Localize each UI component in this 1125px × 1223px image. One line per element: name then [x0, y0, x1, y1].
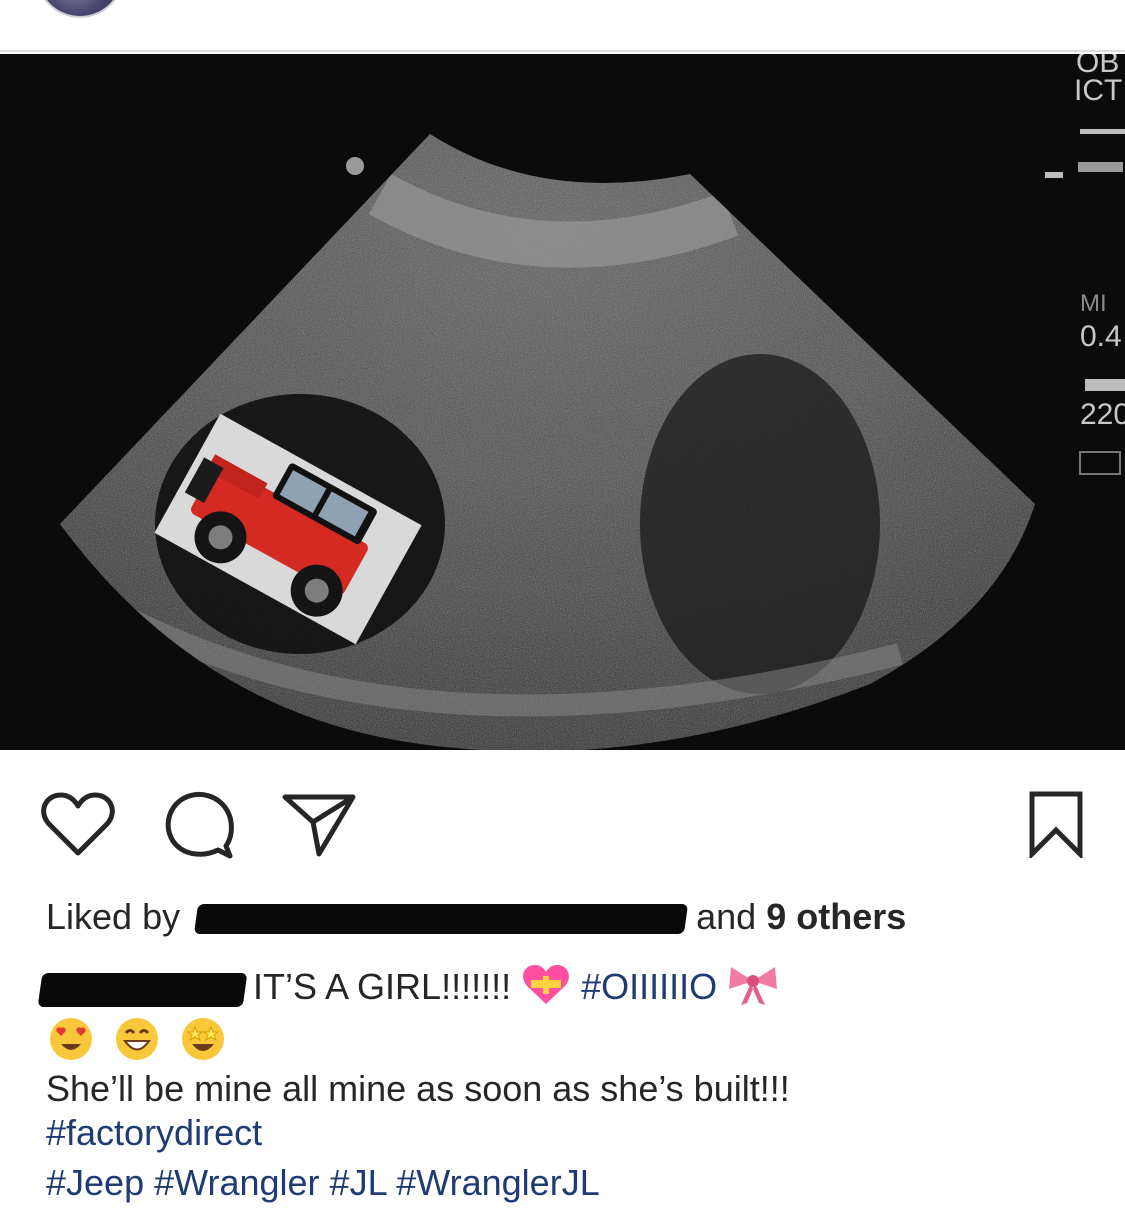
- liked-by-line[interactable]: Liked by and 9 others: [46, 896, 906, 938]
- sparkling-heart-icon: [521, 962, 571, 1017]
- hashtag-factorydirect[interactable]: #factorydirect: [46, 1112, 262, 1154]
- heart-icon[interactable]: [40, 790, 116, 863]
- liked-by-others[interactable]: 9 others: [766, 896, 906, 937]
- avatar[interactable]: [36, 0, 124, 18]
- grinning-emoji-icon: [114, 1016, 160, 1071]
- heart-eyes-emoji-icon: [48, 1016, 94, 1071]
- hashtag-oiiiio[interactable]: #OIIIIIIO: [581, 966, 717, 1007]
- bookmark-icon[interactable]: [1028, 790, 1084, 863]
- paper-plane-icon[interactable]: [282, 792, 356, 863]
- ultrasound-label-mi-value: 0.4: [1080, 320, 1122, 353]
- post-actions: [0, 770, 1125, 880]
- comment-bubble-icon[interactable]: [164, 790, 236, 867]
- redacted-caption-username[interactable]: [37, 972, 248, 1007]
- post-header: [0, 0, 1125, 52]
- ultrasound-image: [0, 54, 1125, 750]
- liked-by-prefix: Liked by: [46, 896, 181, 937]
- caption-emoji-row: [48, 1016, 226, 1071]
- ultrasound-label-depth: 220: [1080, 398, 1125, 431]
- ribbon-icon: [727, 963, 779, 1016]
- star-struck-emoji-icon: [180, 1016, 226, 1071]
- caption-text: IT’S A GIRL!!!!!!!: [253, 966, 512, 1008]
- caption-line-1: IT’S A GIRL!!!!!!! #OIIIIIIO: [37, 962, 779, 1017]
- post-image[interactable]: OB ICT MI 0.4 220: [0, 54, 1125, 750]
- ultrasound-label-mi: MI: [1080, 290, 1107, 317]
- hashtag-jl[interactable]: #JL: [330, 1162, 387, 1203]
- redacted-username: [194, 904, 689, 935]
- hashtag-wranglerjl[interactable]: #WranglerJL: [396, 1162, 599, 1203]
- hashtag-jeep[interactable]: #Jeep: [46, 1162, 144, 1203]
- hashtag-wrangler[interactable]: #Wrangler: [154, 1162, 319, 1203]
- liked-by-and: and: [696, 896, 757, 937]
- ultrasound-label-ict: ICT: [1074, 74, 1123, 107]
- caption-hashtags: #Jeep #Wrangler #JL #WranglerJL: [46, 1162, 600, 1204]
- caption-line-2: She’ll be mine all mine as soon as she’s…: [46, 1068, 790, 1109]
